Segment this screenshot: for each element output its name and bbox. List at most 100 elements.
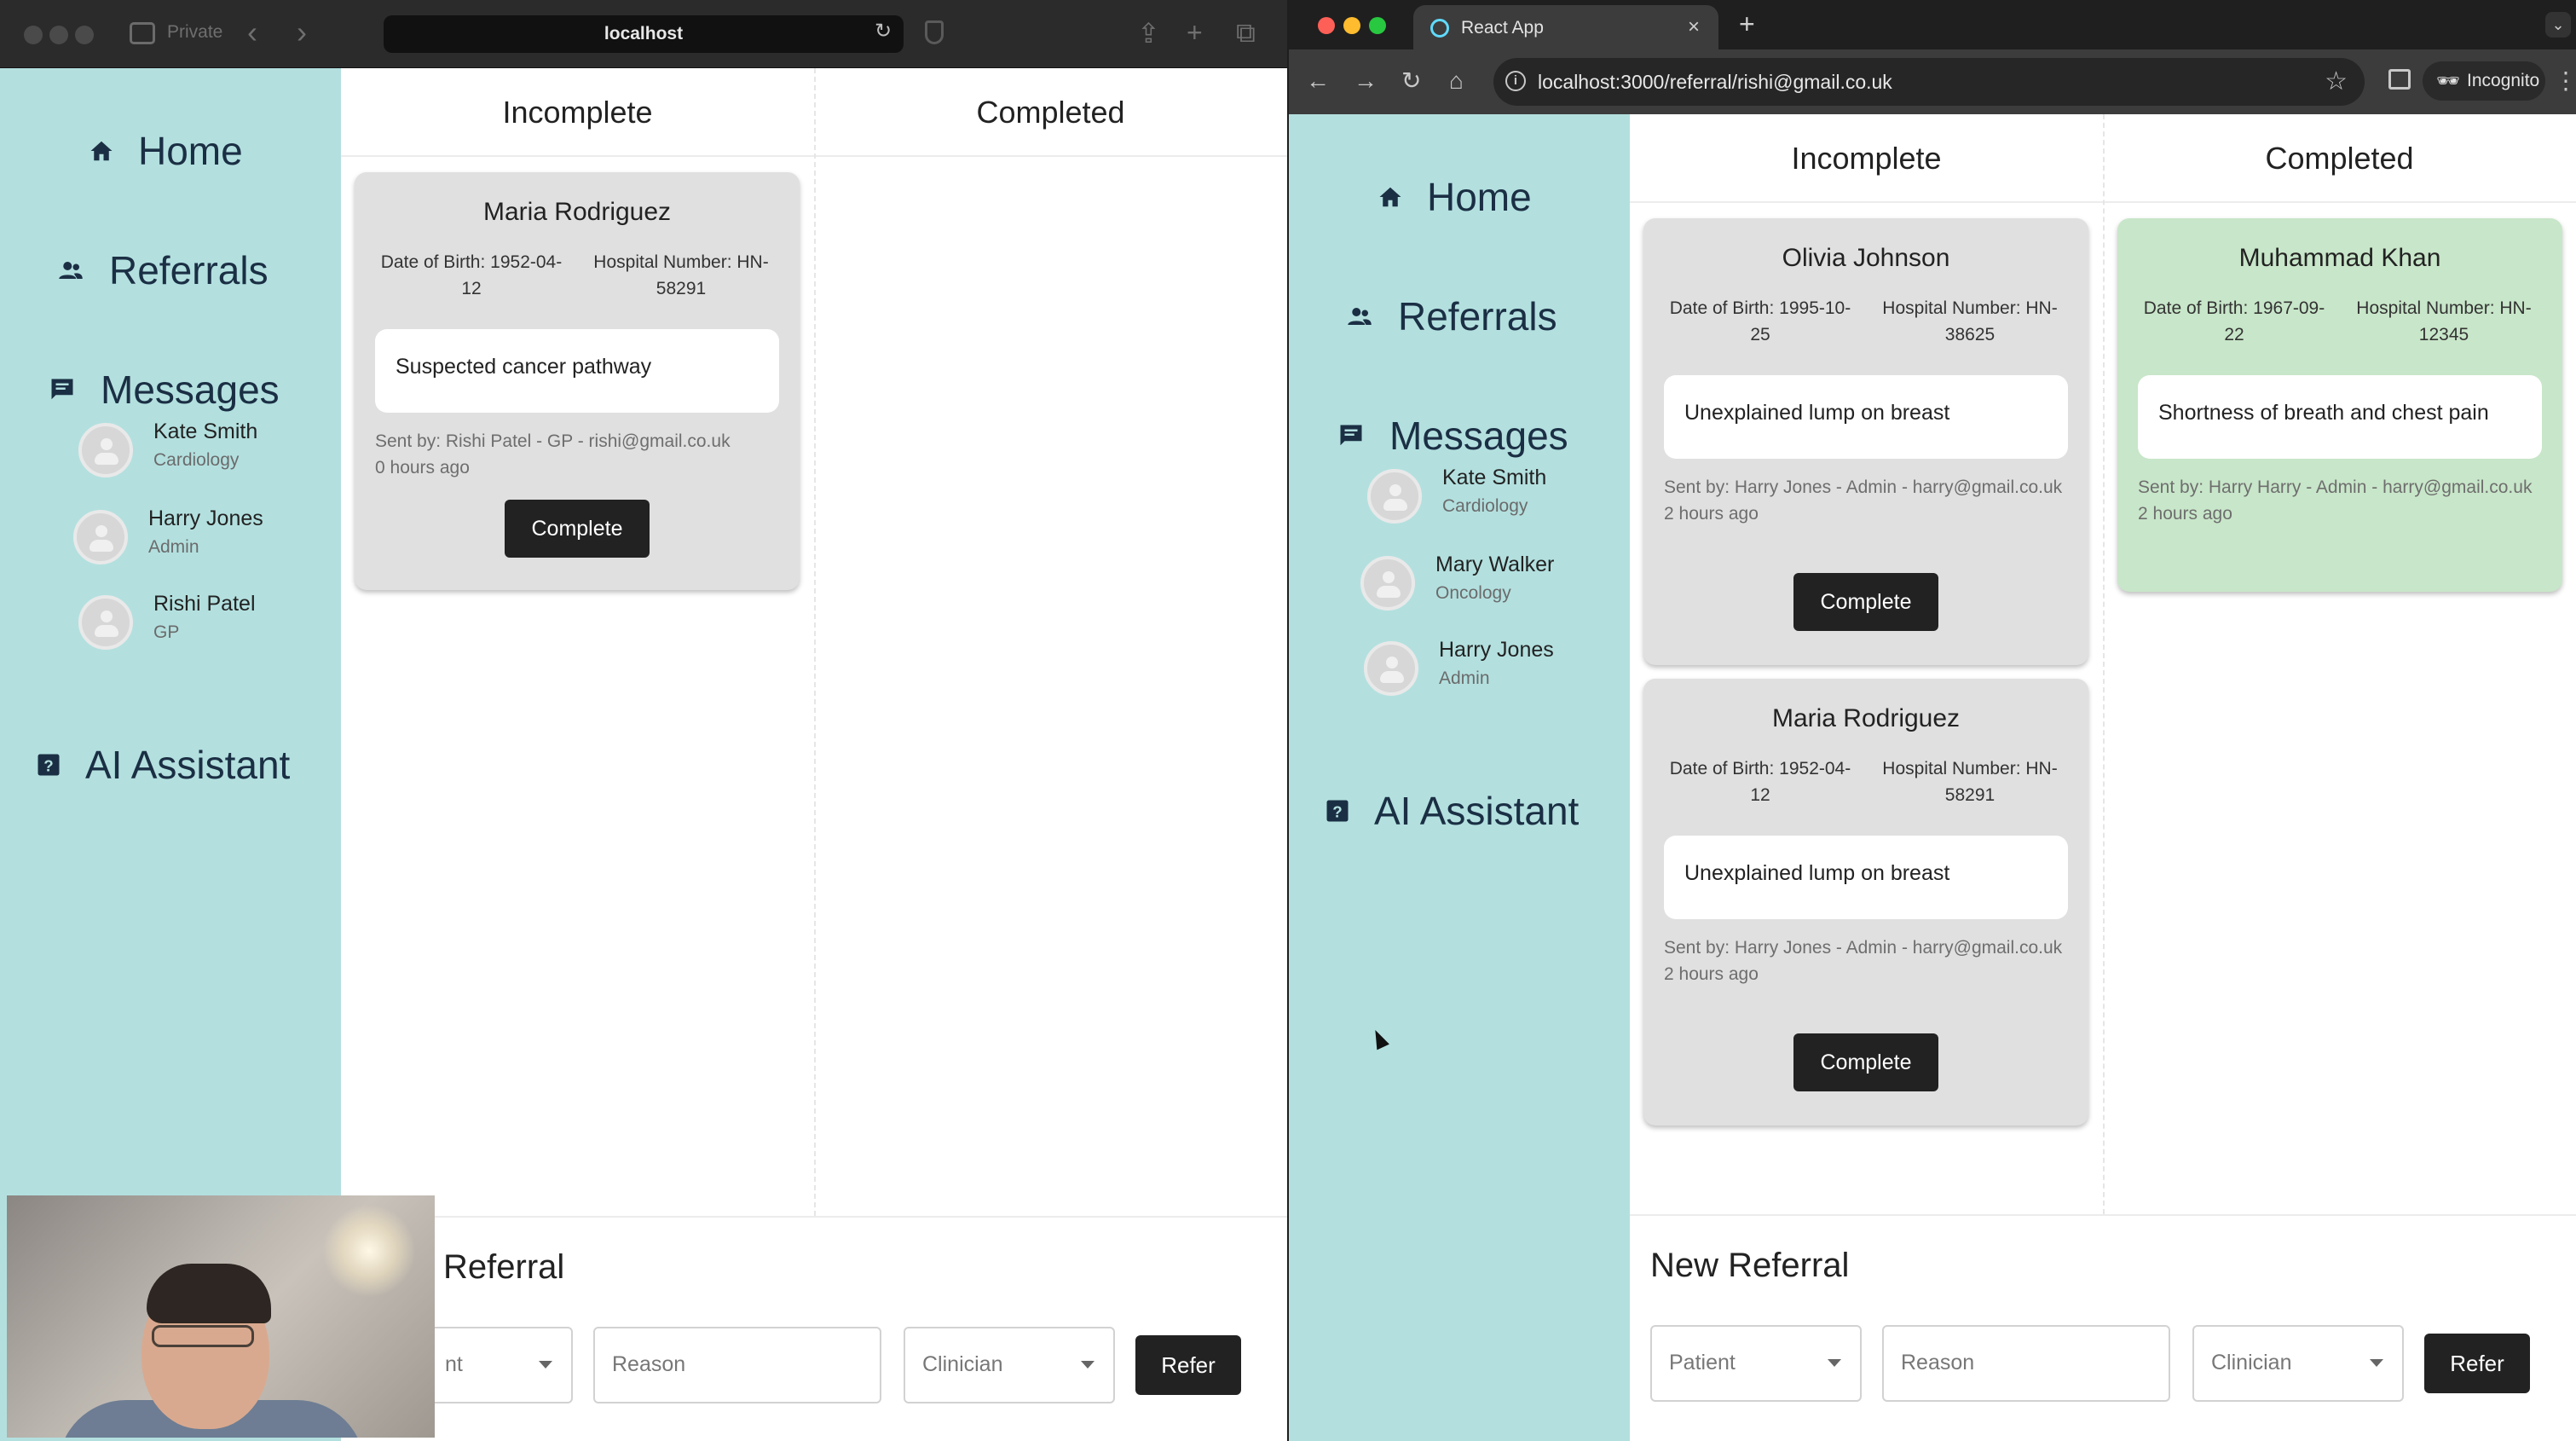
chevron-down-icon [1828, 1359, 1841, 1367]
site-info-icon[interactable]: i [1505, 71, 1526, 91]
nav-home[interactable]: Home [1289, 162, 1630, 239]
clinician-placeholder: Clinician [922, 1352, 1003, 1376]
incomplete-column-header: Incomplete [341, 68, 814, 157]
forward-icon[interactable]: › [297, 17, 307, 48]
reason-placeholder: Reason [612, 1352, 686, 1376]
completed-column-header: Completed [2103, 114, 2576, 203]
patient-select-value: nt [445, 1352, 463, 1376]
contact-item[interactable]: Kate Smith Cardiology [1367, 459, 1657, 535]
zoom-window-icon[interactable] [1369, 17, 1386, 34]
address-bar[interactable]: i localhost:3000/referral/rishi@gmail.co… [1493, 58, 2365, 106]
tab-title: React App [1461, 18, 1544, 38]
clinician-select[interactable]: Clinician [2192, 1325, 2404, 1402]
back-icon[interactable]: ‹ [247, 17, 257, 48]
patient-name: Maria Rodriguez [482, 198, 672, 226]
share-icon[interactable]: ⇪ [1137, 17, 1160, 49]
avatar [78, 423, 133, 477]
reload-icon[interactable]: ↻ [875, 19, 892, 43]
sidebar: Home Referrals Messages Kate Smith Cardi… [1289, 114, 1630, 1441]
referral-board: Incomplete Completed Maria Rodriguez Dat… [341, 68, 1287, 1216]
contact-item[interactable]: Harry Jones Admin [73, 500, 363, 576]
nav-ai-assistant[interactable]: ? AI Assistant [1289, 776, 1630, 853]
patient-name: Olivia Johnson [1782, 244, 1950, 272]
nav-referrals-label: Referrals [1398, 294, 1557, 339]
nav-home[interactable]: Home [0, 116, 341, 193]
nav-referrals-label: Referrals [109, 248, 269, 292]
new-tab-icon[interactable]: + [1739, 9, 1755, 40]
sent-time: 0 hours ago [375, 458, 470, 477]
privacy-shield-icon[interactable] [925, 20, 944, 44]
minimize-window-icon[interactable] [1343, 17, 1360, 34]
new-referral-title: Referral [443, 1248, 565, 1286]
minimize-window-icon[interactable] [49, 26, 68, 44]
chevron-down-icon [1081, 1361, 1095, 1369]
contact-role: Oncology [1435, 583, 1511, 603]
sent-by-text: Sent by: Harry Jones - Admin - harry@gma… [1664, 938, 2063, 958]
contact-name: Rishi Patel [153, 592, 256, 616]
patient-select[interactable]: nt [426, 1327, 573, 1403]
incognito-badge[interactable]: 🕶 Incognito [2423, 61, 2545, 101]
tab-search-icon[interactable]: ⌄ [2545, 12, 2571, 38]
nav-home-label: Home [1427, 175, 1532, 219]
new-tab-icon[interactable]: + [1187, 17, 1203, 49]
people-icon [1348, 308, 1372, 325]
clinician-select[interactable]: Clinician [904, 1327, 1115, 1403]
chat-icon [1340, 425, 1362, 446]
close-window-icon[interactable] [24, 26, 43, 44]
webcam-person-hair [147, 1264, 271, 1323]
referral-reason: Shortness of breath and chest pain [2138, 375, 2542, 459]
left-browser-window: Private ‹ › localhost ↻ ⇪ + ⧉ Home Refer… [0, 0, 1287, 1441]
contact-item[interactable]: Rishi Patel GP [78, 585, 368, 662]
bookmark-star-icon[interactable]: ☆ [2325, 67, 2348, 96]
home-button-icon[interactable]: ⌂ [1449, 67, 1464, 95]
tab-react-app[interactable]: React App × [1413, 5, 1718, 49]
reason-input[interactable]: Reason [593, 1327, 881, 1403]
address-bar[interactable]: localhost [384, 15, 904, 53]
incognito-label: Incognito [2467, 71, 2540, 90]
sent-by: Sent by: Harry Jones - Admin - harry@gma… [1664, 935, 2068, 987]
sent-time: 2 hours ago [2138, 504, 2232, 524]
complete-button[interactable]: Complete [505, 500, 650, 558]
contact-role: Admin [1439, 668, 1490, 688]
private-label: Private [167, 22, 223, 42]
contact-item[interactable]: Harry Jones Admin [1364, 631, 1654, 708]
more-menu-icon[interactable]: ⋮ [2554, 67, 2576, 95]
contact-item[interactable]: Mary Walker Oncology [1360, 546, 1650, 622]
referral-reason: Suspected cancer pathway [375, 329, 779, 413]
reason-input[interactable]: Reason [1882, 1325, 2170, 1402]
svg-text:?: ? [1332, 803, 1342, 821]
patient-placeholder: Patient [1669, 1351, 1736, 1374]
nav-ai-assistant-label: AI Assistant [1374, 789, 1580, 833]
back-icon[interactable]: ← [1306, 67, 1330, 95]
patient-select[interactable]: Patient [1650, 1325, 1862, 1402]
nav-referrals[interactable]: Referrals [1289, 281, 1630, 358]
tab-overview-icon[interactable]: ⧉ [1236, 17, 1256, 49]
hospital-number: Hospital Number: HN-58291 [1882, 759, 2058, 805]
contact-item[interactable]: Kate Smith Cardiology [78, 413, 368, 489]
referral-card: Maria Rodriguez Date of Birth: 1952-04-1… [1643, 679, 2088, 1126]
url-text: localhost:3000/referral/rishi@gmail.co.u… [1538, 71, 1892, 93]
home-icon [90, 141, 113, 161]
chevron-down-icon [2370, 1359, 2383, 1367]
referral-board: Incomplete Completed Olivia Johnson Date… [1630, 114, 2576, 1214]
url-text: localhost [604, 24, 684, 43]
new-referral-title: New Referral [1650, 1247, 1850, 1284]
zoom-window-icon[interactable] [75, 26, 94, 44]
close-window-icon[interactable] [1318, 17, 1335, 34]
refer-button[interactable]: Refer [2424, 1334, 2530, 1393]
avatar [78, 595, 133, 650]
referral-reason: Unexplained lump on breast [1664, 375, 2068, 459]
nav-referrals[interactable]: Referrals [0, 235, 341, 312]
complete-button[interactable]: Complete [1793, 1033, 1938, 1091]
close-tab-icon[interactable]: × [1688, 15, 1700, 39]
new-referral-form: New Referral Patient Reason Clinician Re… [1630, 1214, 2576, 1441]
sidebar-toggle-icon[interactable] [130, 22, 155, 44]
reload-icon[interactable]: ↻ [1401, 67, 1421, 95]
forward-icon[interactable]: → [1354, 67, 1378, 95]
right-browser-window: React App × + ⌄ ← → ↻ ⌂ i localhost:3000… [1289, 0, 2576, 1441]
complete-button[interactable]: Complete [1793, 573, 1938, 631]
side-panel-icon[interactable] [2388, 69, 2411, 90]
refer-button[interactable]: Refer [1135, 1335, 1241, 1395]
contact-name: Kate Smith [1442, 466, 1547, 489]
nav-ai-assistant[interactable]: ? AI Assistant [0, 730, 341, 807]
